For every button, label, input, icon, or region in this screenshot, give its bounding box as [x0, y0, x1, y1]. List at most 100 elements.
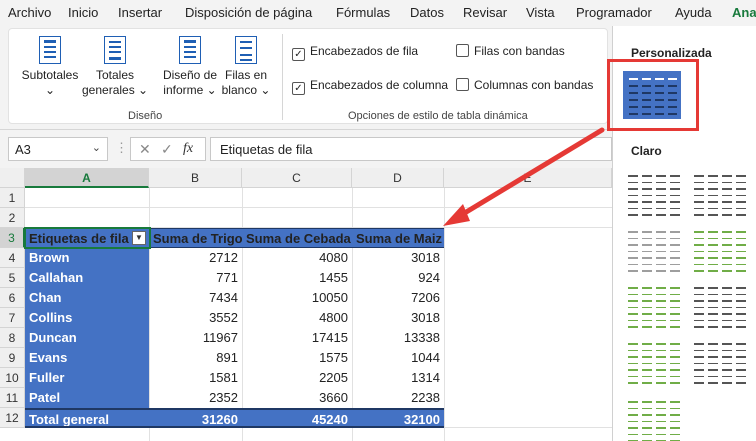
filter-dropdown-icon[interactable]: ▼	[132, 231, 146, 245]
pivot-value-cell[interactable]: 1455	[242, 268, 352, 288]
pivot-value-cell[interactable]: 13338	[352, 328, 444, 348]
row-header[interactable]: 9	[0, 348, 25, 368]
column-header-e[interactable]: E	[444, 168, 612, 188]
column-header-a[interactable]: A	[25, 168, 149, 188]
pivot-value-cell[interactable]: 1044	[352, 348, 444, 368]
pivot-value-cell[interactable]: 2238	[352, 388, 444, 408]
column-header-b[interactable]: B	[149, 168, 242, 188]
menu-insertar[interactable]: Insertar	[118, 5, 162, 20]
pivot-row-label[interactable]: Callahan	[25, 268, 149, 288]
thumb-line	[736, 188, 746, 190]
encabezados-columna-checkbox[interactable]: ✓ Encabezados de columna	[292, 78, 448, 95]
row-header[interactable]: 2	[0, 208, 25, 228]
pivot-row-label[interactable]: Patel	[25, 388, 149, 408]
pivot-value-header[interactable]: Suma de Trigo	[149, 228, 242, 248]
drag-handle-icon[interactable]: ⋮	[115, 140, 128, 156]
menu-analizar[interactable]: Ana	[732, 5, 756, 20]
diseno-informe-button[interactable]: Diseño de informe ⌄	[160, 36, 220, 98]
row-header[interactable]: 6	[0, 288, 25, 308]
pivot-value-cell[interactable]: 3552	[149, 308, 242, 328]
totales-generales-button[interactable]: Totales generales ⌄	[82, 36, 148, 98]
row-header[interactable]: 1	[0, 188, 25, 208]
pivot-total-value[interactable]: 32100	[352, 408, 444, 428]
pivot-value-cell[interactable]: 2712	[149, 248, 242, 268]
row-header[interactable]: 10	[0, 368, 25, 388]
menu-vista[interactable]: Vista	[526, 5, 555, 20]
pivot-value-cell[interactable]: 7206	[352, 288, 444, 308]
pivot-value-cell[interactable]: 3018	[352, 308, 444, 328]
pivot-value-cell[interactable]: 1575	[242, 348, 352, 368]
row-header[interactable]: 7	[0, 308, 25, 328]
menu-ayuda[interactable]: Ayuda	[675, 5, 712, 20]
pivot-row-label[interactable]: Evans	[25, 348, 149, 368]
style-thumb-light[interactable]	[689, 338, 749, 388]
style-thumb-light[interactable]	[689, 282, 749, 332]
menu-revisar[interactable]: Revisar	[463, 5, 507, 20]
select-all-corner[interactable]	[0, 168, 25, 188]
column-header-c[interactable]: C	[242, 168, 352, 188]
column-header-d[interactable]: D	[352, 168, 444, 188]
pivot-value-cell[interactable]: 2352	[149, 388, 242, 408]
name-box[interactable]: A3 ⌄	[8, 137, 108, 161]
row-header[interactable]: 8	[0, 328, 25, 348]
pivot-row-labels-header[interactable]: Etiquetas de fila	[25, 228, 149, 248]
pivot-value-cell[interactable]: 3018	[352, 248, 444, 268]
pivot-total-value[interactable]: 45240	[242, 408, 352, 428]
pivot-value-cell[interactable]: 4080	[242, 248, 352, 268]
style-thumb-light[interactable]	[623, 338, 683, 388]
pivot-row-label[interactable]: Fuller	[25, 368, 149, 388]
style-thumb-light[interactable]	[689, 170, 749, 220]
style-thumb-light[interactable]	[623, 170, 683, 220]
cancel-icon[interactable]: ✕	[139, 141, 151, 158]
pivot-value-header[interactable]: Suma de Cebada	[242, 228, 352, 248]
pivot-value-cell[interactable]: 2205	[242, 368, 352, 388]
pivot-total-label[interactable]: Total general	[25, 408, 149, 428]
menu-programador[interactable]: Programador	[576, 5, 652, 20]
row-header[interactable]: 5	[0, 268, 25, 288]
menu-inicio[interactable]: Inicio	[68, 5, 98, 20]
menu-datos[interactable]: Datos	[410, 5, 444, 20]
row-header[interactable]: 4	[0, 248, 25, 268]
pivot-value-cell[interactable]: 1581	[149, 368, 242, 388]
style-thumb-light[interactable]	[623, 396, 683, 441]
style-thumb-light[interactable]	[689, 226, 749, 276]
encabezados-fila-checkbox[interactable]: ✓ Encabezados de fila	[292, 44, 418, 61]
pivot-total-value[interactable]: 31260	[149, 408, 242, 428]
pivot-row-label[interactable]: Collins	[25, 308, 149, 328]
row-header[interactable]: 3	[0, 228, 25, 248]
pivot-row-label[interactable]: Brown	[25, 248, 149, 268]
pivot-value-cell[interactable]: 771	[149, 268, 242, 288]
pivot-value-cell[interactable]: 10050	[242, 288, 352, 308]
style-thumb-light[interactable]	[623, 282, 683, 332]
pivot-value-cell[interactable]: 11967	[149, 328, 242, 348]
menu-archivo[interactable]: Archivo	[8, 5, 51, 20]
pivot-value-cell[interactable]: 7434	[149, 288, 242, 308]
row-header[interactable]: 11	[0, 388, 25, 408]
pivot-value-cell[interactable]: 924	[352, 268, 444, 288]
pivot-row-label[interactable]: Duncan	[25, 328, 149, 348]
pivot-value-cell[interactable]: 3660	[242, 388, 352, 408]
pivot-row-label[interactable]: Chan	[25, 288, 149, 308]
pivot-value-cell[interactable]: 17415	[242, 328, 352, 348]
thumb-line	[722, 231, 732, 233]
menu-formulas[interactable]: Fórmulas	[336, 5, 390, 20]
fx-icon[interactable]: fx	[183, 141, 193, 157]
row-header[interactable]: 12	[0, 408, 25, 428]
pivot-value-cell[interactable]: 4800	[242, 308, 352, 328]
pivot-value-header[interactable]: Suma de Maiz	[352, 228, 444, 248]
blank-rows-icon	[235, 36, 257, 64]
formula-input[interactable]: Etiquetas de fila	[210, 137, 612, 161]
thumb-line	[708, 313, 718, 315]
enter-icon[interactable]: ✓	[161, 141, 173, 158]
subtotales-button[interactable]: Subtotales ⌄	[16, 36, 84, 98]
thumb-line	[694, 201, 704, 203]
style-thumb-light[interactable]	[623, 226, 683, 276]
thumb-line	[708, 343, 718, 345]
thumb-line	[722, 188, 732, 190]
filas-bandas-checkbox[interactable]: Filas con bandas	[456, 44, 565, 58]
columnas-bandas-checkbox[interactable]: Columnas con bandas	[456, 78, 593, 92]
menu-disposicion[interactable]: Disposición de página	[185, 5, 312, 20]
pivot-value-cell[interactable]: 891	[149, 348, 242, 368]
pivot-value-cell[interactable]: 1314	[352, 368, 444, 388]
filas-blanco-button[interactable]: Filas en blanco ⌄	[218, 36, 274, 98]
